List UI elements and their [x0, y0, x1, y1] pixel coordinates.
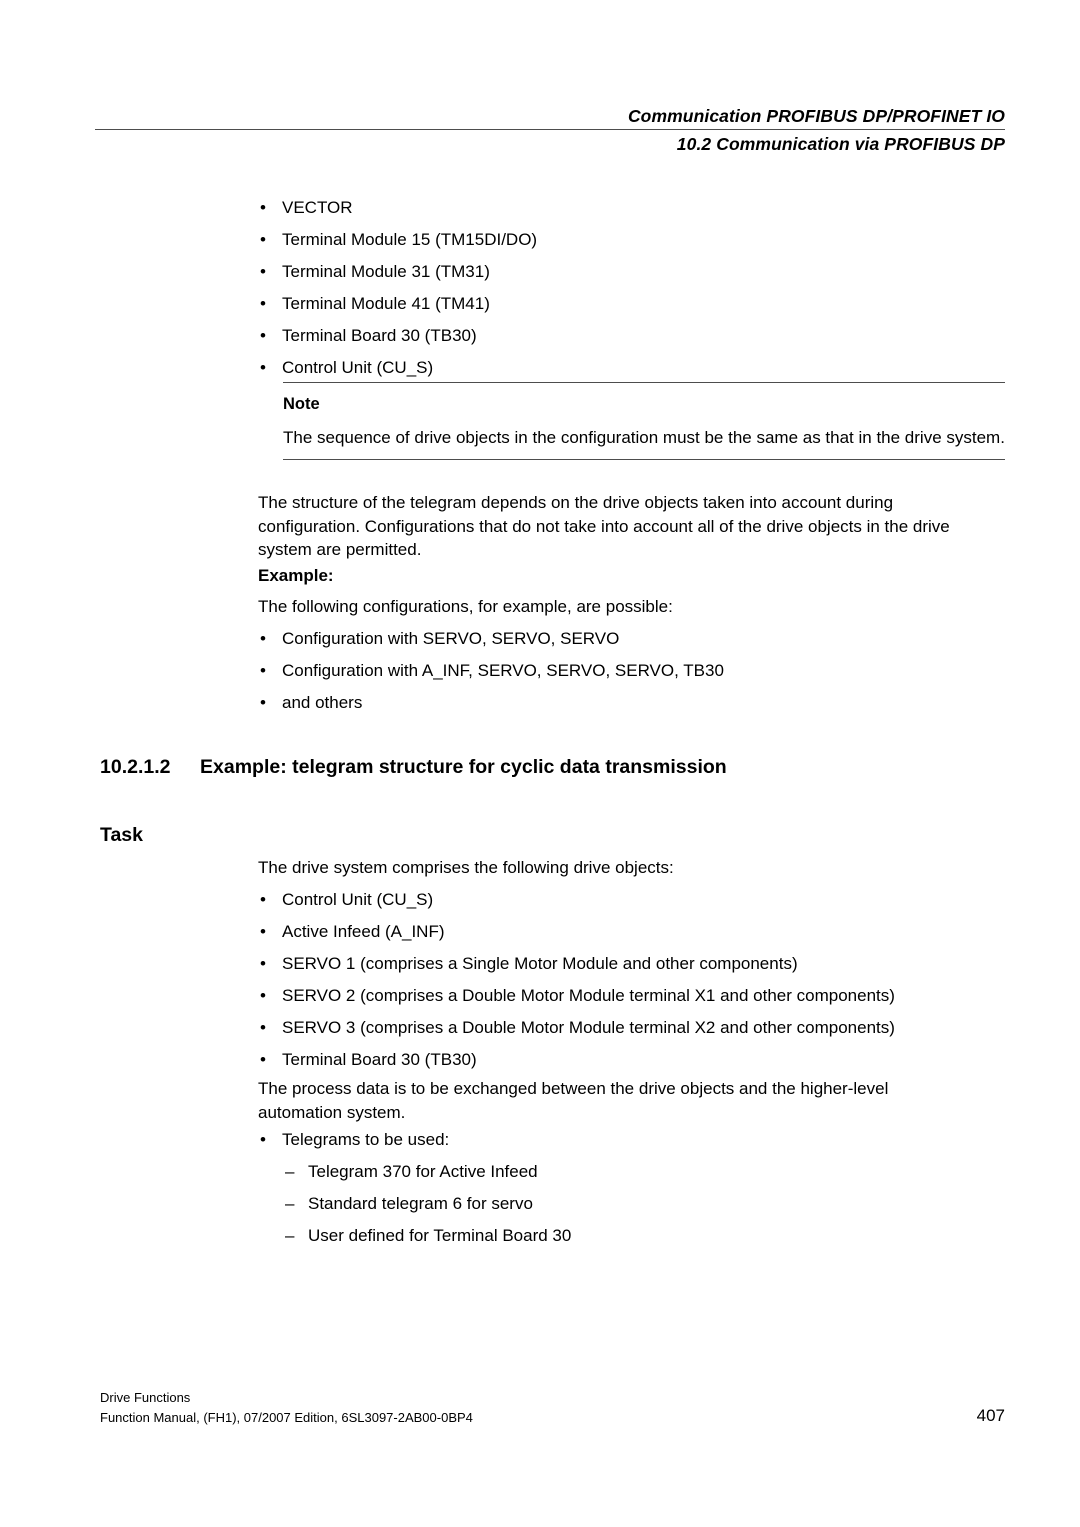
list-item: • Terminal Board 30 (TB30): [258, 1048, 998, 1072]
list-item: • Terminal Module 41 (TM41): [258, 292, 998, 316]
bullet-icon: •: [260, 693, 266, 712]
note-title: Note: [283, 395, 320, 413]
section-number: 10.2.1.2: [100, 756, 171, 778]
bullet-icon: •: [260, 1050, 266, 1069]
bullet-icon: •: [260, 890, 266, 909]
header-title-line1: Communication PROFIBUS DP/PROFINET IO: [627, 106, 1005, 126]
list-item: • SERVO 3 (comprises a Double Motor Modul…: [258, 1016, 998, 1040]
list-item: – Standard telegram 6 for servo: [285, 1192, 985, 1216]
task-heading: Task: [100, 824, 143, 846]
telegram-sublist: – Telegram 370 for Active Infeed – Standard…: [285, 1160, 985, 1256]
task-object-label: SERVO 2 (comprises a Double Motor Module…: [282, 986, 895, 1005]
bullet-icon: •: [260, 230, 266, 249]
list-item: • and others: [258, 691, 998, 715]
drive-object-label: Terminal Module 31 (TM31): [282, 262, 490, 281]
section-heading: 10.2.1.2 Example: telegram structure for …: [100, 754, 1005, 780]
example-lead: The following configurations, for exampl…: [258, 597, 673, 616]
page-footer: Drive Functions Function Manual, (FH1), …: [100, 1388, 1005, 1428]
bullet-icon: •: [260, 1130, 266, 1149]
header-title-line2: 10.2 Communication via PROFIBUS DP: [676, 134, 1005, 154]
footer-line2-row: Function Manual, (FH1), 07/2007 Edition,…: [100, 1406, 1005, 1428]
example-label: Example:: [258, 566, 334, 585]
section-title: Example: telegram structure for cyclic d…: [200, 756, 727, 778]
dash-icon: –: [285, 1194, 295, 1213]
drive-object-list: • VECTOR • Terminal Module 15 (TM15DI/DO) • T…: [258, 196, 998, 388]
list-item: • VECTOR: [258, 196, 998, 220]
list-item: • Control Unit (CU_S): [258, 356, 998, 380]
bullet-icon: •: [260, 326, 266, 345]
example-config-label: Configuration with SERVO, SERVO, SERVO: [282, 629, 620, 648]
telegrams-label: Telegrams to be used:: [282, 1130, 450, 1149]
drive-object-label: Terminal Board 30 (TB30): [282, 326, 477, 345]
list-item: • Terminal Module 31 (TM31): [258, 260, 998, 284]
dash-icon: –: [285, 1226, 295, 1245]
page-header: Communication PROFIBUS DP/PROFINET IO 10…: [95, 104, 1005, 156]
process-data-paragraph: The process data is to be exchanged betw…: [258, 1079, 889, 1122]
footer-line1: Drive Functions: [100, 1390, 191, 1405]
note-box: Note The sequence of drive objects in th…: [283, 382, 1005, 460]
example-configuration-list: • Configuration with SERVO, SERVO, SERVO •…: [258, 627, 998, 723]
bullet-icon: •: [260, 262, 266, 281]
bullet-icon: •: [260, 986, 266, 1005]
list-item: • SERVO 1 (comprises a Single Motor Modul…: [258, 952, 998, 976]
bullet-icon: •: [260, 1018, 266, 1037]
list-item: – Telegram 370 for Active Infeed: [285, 1160, 985, 1184]
page-number: 407: [976, 1406, 1005, 1425]
task-object-label: Control Unit (CU_S): [282, 890, 434, 909]
list-item: • Active Infeed (A_INF): [258, 920, 998, 944]
telegram-label: User defined for Terminal Board 30: [308, 1226, 572, 1245]
list-item: • Terminal Module 15 (TM15DI/DO): [258, 228, 998, 252]
task-object-label: Terminal Board 30 (TB30): [282, 1050, 477, 1069]
list-item: – User defined for Terminal Board 30: [285, 1224, 985, 1248]
bullet-icon: •: [260, 358, 266, 377]
bullet-icon: •: [260, 922, 266, 941]
list-item: • Telegrams to be used:: [258, 1128, 998, 1152]
dash-icon: –: [285, 1162, 295, 1181]
task-drive-object-list: • Control Unit (CU_S) • Active Infeed (A_IN…: [258, 888, 998, 1080]
task-object-label: SERVO 1 (comprises a Single Motor Module…: [282, 954, 798, 973]
telegram-label: Standard telegram 6 for servo: [308, 1194, 533, 1213]
task-object-label: Active Infeed (A_INF): [282, 922, 445, 941]
drive-object-label: Terminal Module 41 (TM41): [282, 294, 490, 313]
bullet-icon: •: [260, 954, 266, 973]
bullet-icon: •: [260, 629, 266, 648]
example-config-label: and others: [282, 693, 363, 712]
list-item: • Control Unit (CU_S): [258, 888, 998, 912]
bullet-icon: •: [260, 198, 266, 217]
intro-paragraph: The structure of the telegram depends on…: [258, 493, 950, 559]
telegrams-label-list: • Telegrams to be used:: [258, 1128, 998, 1160]
telegram-label: Telegram 370 for Active Infeed: [308, 1162, 538, 1181]
bullet-icon: •: [260, 661, 266, 680]
drive-object-label: VECTOR: [282, 198, 353, 217]
bullet-icon: •: [260, 294, 266, 313]
list-item: • Configuration with A_INF, SERVO, SERVO,…: [258, 659, 998, 683]
example-config-label: Configuration with A_INF, SERVO, SERVO, …: [282, 661, 724, 680]
task-lead: The drive system comprises the following…: [258, 858, 674, 877]
list-item: • SERVO 2 (comprises a Double Motor Modul…: [258, 984, 998, 1008]
document-page: Communication PROFIBUS DP/PROFINET IO 10…: [0, 0, 1080, 1527]
task-object-label: SERVO 3 (comprises a Double Motor Module…: [282, 1018, 895, 1037]
footer-line2: Function Manual, (FH1), 07/2007 Edition,…: [100, 1410, 473, 1425]
list-item: • Terminal Board 30 (TB30): [258, 324, 998, 348]
header-divider: [95, 129, 1005, 130]
drive-object-label: Control Unit (CU_S): [282, 358, 434, 377]
note-text: The sequence of drive objects in the con…: [283, 428, 1005, 447]
list-item: • Configuration with SERVO, SERVO, SERVO: [258, 627, 998, 651]
drive-object-label: Terminal Module 15 (TM15DI/DO): [282, 230, 538, 249]
